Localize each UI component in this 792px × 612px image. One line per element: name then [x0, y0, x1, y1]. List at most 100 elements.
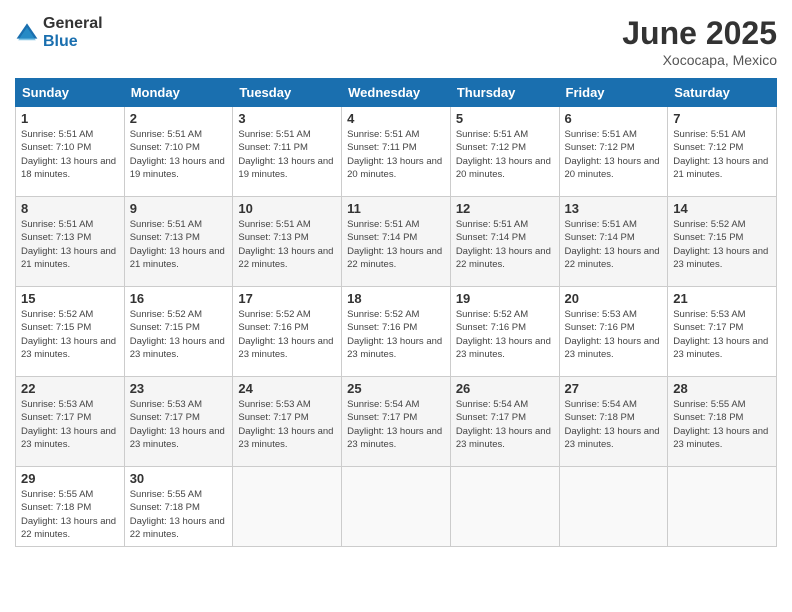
table-row: 2 Sunrise: 5:51 AM Sunset: 7:10 PM Daylig… [124, 107, 233, 197]
table-row: 9Sunrise: 5:51 AM Sunset: 7:13 PM Daylig… [124, 197, 233, 287]
table-row: 25Sunrise: 5:54 AM Sunset: 7:17 PM Dayli… [342, 377, 451, 467]
table-row: 24 Sunrise: 5:53 AM Sunset: 7:17 PM Dayli… [233, 377, 342, 467]
table-row: 10Sunrise: 5:51 AM Sunset: 7:13 PM Dayli… [233, 197, 342, 287]
table-row: 13 Sunrise: 5:51 AM Sunset: 7:14 PM Dayli… [559, 197, 668, 287]
table-row: 30 Sunrise: 5:55 AM Sunset: 7:18 PM Dayli… [124, 467, 233, 547]
day-number: 23 [130, 381, 228, 396]
page-header: General Blue June 2025 Xococapa, Mexico [15, 15, 777, 68]
day-info: Sunrise: 5:51 AM Sunset: 7:14 PM Dayligh… [347, 218, 445, 271]
day-info: Sunrise: 5:52 AM Sunset: 7:15 PM Dayligh… [673, 218, 771, 271]
day-number: 28 [673, 381, 771, 396]
day-number: 12 [456, 201, 554, 216]
calendar-subtitle: Xococapa, Mexico [622, 52, 777, 68]
table-row [668, 467, 777, 547]
day-number: 1 [21, 111, 119, 126]
table-row: 28 Sunrise: 5:55 AM Sunset: 7:18 PM Dayli… [668, 377, 777, 467]
table-row: 19 Sunrise: 5:52 AM Sunset: 7:16 PM Dayli… [450, 287, 559, 377]
header-thursday: Thursday [450, 79, 559, 107]
day-info: Sunrise: 5:52 AM Sunset: 7:15 PM Dayligh… [130, 308, 228, 361]
day-number: 16 [130, 291, 228, 306]
calendar-title: June 2025 [622, 15, 777, 52]
day-number: 13 [565, 201, 663, 216]
day-number: 8 [21, 201, 119, 216]
title-area: June 2025 Xococapa, Mexico [622, 15, 777, 68]
table-row: 5 Sunrise: 5:51 AM Sunset: 7:12 PM Daylig… [450, 107, 559, 197]
table-row: 11 Sunrise: 5:51 AM Sunset: 7:14 PM Dayli… [342, 197, 451, 287]
table-row: 12 Sunrise: 5:51 AM Sunset: 7:14 PM Dayli… [450, 197, 559, 287]
table-row: 4 Sunrise: 5:51 AM Sunset: 7:11 PM Daylig… [342, 107, 451, 197]
table-row: 18Sunrise: 5:52 AM Sunset: 7:16 PM Dayli… [342, 287, 451, 377]
day-info: Sunrise: 5:55 AM Sunset: 7:18 PM Dayligh… [673, 398, 771, 451]
day-info: Sunrise: 5:54 AM Sunset: 7:17 PM Dayligh… [456, 398, 554, 451]
day-info: Sunrise: 5:53 AM Sunset: 7:17 PM Dayligh… [130, 398, 228, 451]
day-info: Sunrise: 5:53 AM Sunset: 7:17 PM Dayligh… [238, 398, 336, 451]
day-info: Sunrise: 5:53 AM Sunset: 7:16 PM Dayligh… [565, 308, 663, 361]
day-number: 19 [456, 291, 554, 306]
day-number: 22 [21, 381, 119, 396]
day-number: 21 [673, 291, 771, 306]
day-number: 25 [347, 381, 445, 396]
logo-text: General Blue [43, 15, 103, 51]
day-number: 2 [130, 111, 228, 126]
day-number: 27 [565, 381, 663, 396]
table-row: 1 Sunrise: 5:51 AM Sunset: 7:10 PM Daylig… [16, 107, 125, 197]
day-info: Sunrise: 5:52 AM Sunset: 7:16 PM Dayligh… [238, 308, 336, 361]
logo-blue: Blue [43, 33, 78, 50]
header-monday: Monday [124, 79, 233, 107]
table-row [233, 467, 342, 547]
day-info: Sunrise: 5:51 AM Sunset: 7:12 PM Dayligh… [456, 128, 554, 181]
table-row: 17 Sunrise: 5:52 AM Sunset: 7:16 PM Dayli… [233, 287, 342, 377]
table-row [450, 467, 559, 547]
day-number: 9 [130, 201, 228, 216]
day-info: Sunrise: 5:51 AM Sunset: 7:14 PM Dayligh… [456, 218, 554, 271]
day-number: 24 [238, 381, 336, 396]
header-wednesday: Wednesday [342, 79, 451, 107]
table-row: 23 Sunrise: 5:53 AM Sunset: 7:17 PM Dayli… [124, 377, 233, 467]
calendar-table: Sunday Monday Tuesday Wednesday Thursday… [15, 78, 777, 547]
weekday-header-row: Sunday Monday Tuesday Wednesday Thursday… [16, 79, 777, 107]
day-info: Sunrise: 5:51 AM Sunset: 7:11 PM Dayligh… [238, 128, 336, 181]
day-number: 29 [21, 471, 119, 486]
table-row: 14Sunrise: 5:52 AM Sunset: 7:15 PM Dayli… [668, 197, 777, 287]
day-number: 20 [565, 291, 663, 306]
table-row: 20 Sunrise: 5:53 AM Sunset: 7:16 PM Dayli… [559, 287, 668, 377]
day-number: 11 [347, 201, 445, 216]
day-info: Sunrise: 5:55 AM Sunset: 7:18 PM Dayligh… [21, 488, 119, 541]
table-row: 7Sunrise: 5:51 AM Sunset: 7:12 PM Daylig… [668, 107, 777, 197]
day-number: 3 [238, 111, 336, 126]
table-row [559, 467, 668, 547]
header-tuesday: Tuesday [233, 79, 342, 107]
day-info: Sunrise: 5:52 AM Sunset: 7:16 PM Dayligh… [456, 308, 554, 361]
day-number: 30 [130, 471, 228, 486]
day-info: Sunrise: 5:51 AM Sunset: 7:10 PM Dayligh… [130, 128, 228, 181]
table-row: 29 Sunrise: 5:55 AM Sunset: 7:18 PM Dayli… [16, 467, 125, 547]
table-row: 22 Sunrise: 5:53 AM Sunset: 7:17 PM Dayli… [16, 377, 125, 467]
day-number: 26 [456, 381, 554, 396]
day-info: Sunrise: 5:51 AM Sunset: 7:11 PM Dayligh… [347, 128, 445, 181]
calendar-week-row: 22 Sunrise: 5:53 AM Sunset: 7:17 PM Dayli… [16, 377, 777, 467]
day-number: 17 [238, 291, 336, 306]
day-number: 4 [347, 111, 445, 126]
calendar-week-row: 8Sunrise: 5:51 AM Sunset: 7:13 PM Daylig… [16, 197, 777, 287]
day-info: Sunrise: 5:51 AM Sunset: 7:12 PM Dayligh… [565, 128, 663, 181]
header-friday: Friday [559, 79, 668, 107]
table-row: 3 Sunrise: 5:51 AM Sunset: 7:11 PM Daylig… [233, 107, 342, 197]
day-number: 10 [238, 201, 336, 216]
table-row: 26 Sunrise: 5:54 AM Sunset: 7:17 PM Dayli… [450, 377, 559, 467]
table-row: 15Sunrise: 5:52 AM Sunset: 7:15 PM Dayli… [16, 287, 125, 377]
day-info: Sunrise: 5:51 AM Sunset: 7:10 PM Dayligh… [21, 128, 119, 181]
day-number: 15 [21, 291, 119, 306]
day-info: Sunrise: 5:53 AM Sunset: 7:17 PM Dayligh… [673, 308, 771, 361]
table-row: 8Sunrise: 5:51 AM Sunset: 7:13 PM Daylig… [16, 197, 125, 287]
logo-icon [15, 21, 39, 45]
header-sunday: Sunday [16, 79, 125, 107]
day-info: Sunrise: 5:51 AM Sunset: 7:14 PM Dayligh… [565, 218, 663, 271]
day-number: 6 [565, 111, 663, 126]
day-info: Sunrise: 5:52 AM Sunset: 7:16 PM Dayligh… [347, 308, 445, 361]
day-info: Sunrise: 5:53 AM Sunset: 7:17 PM Dayligh… [21, 398, 119, 451]
header-saturday: Saturday [668, 79, 777, 107]
day-number: 7 [673, 111, 771, 126]
calendar-week-row: 29 Sunrise: 5:55 AM Sunset: 7:18 PM Dayli… [16, 467, 777, 547]
day-info: Sunrise: 5:55 AM Sunset: 7:18 PM Dayligh… [130, 488, 228, 541]
day-number: 5 [456, 111, 554, 126]
